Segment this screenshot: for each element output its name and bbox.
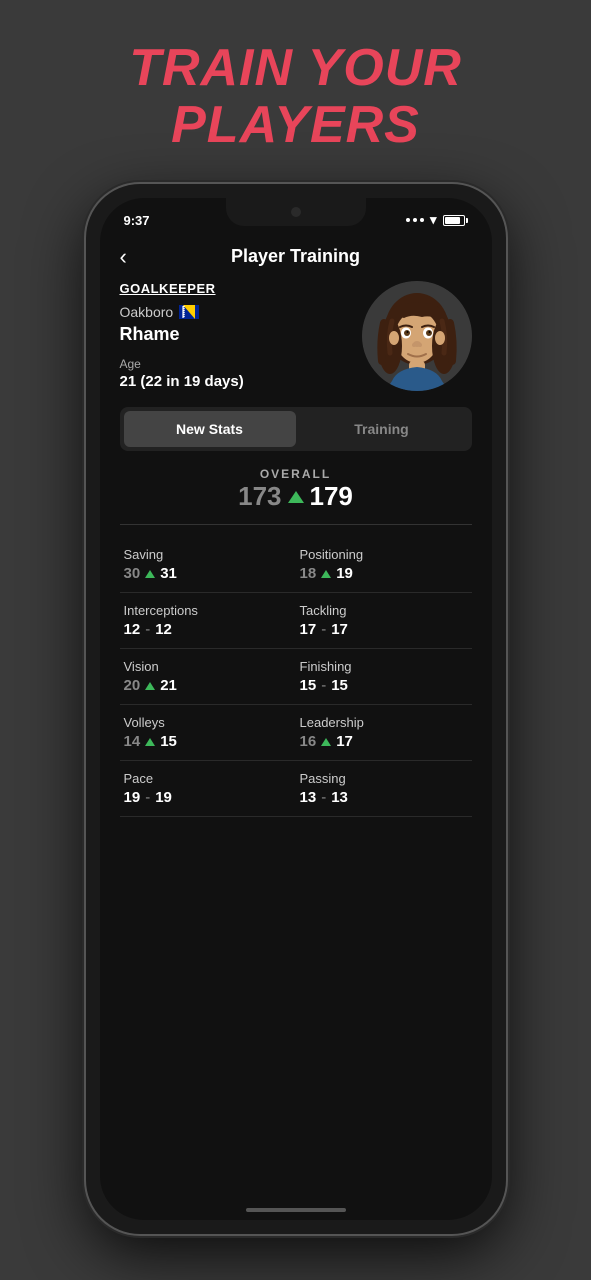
stat-cell: Leadership 16 17 <box>296 705 472 761</box>
age-value: 21 (22 in 19 days) <box>120 373 362 390</box>
stat-new: 15 <box>160 733 177 750</box>
stat-values: 12 - 12 <box>124 621 292 638</box>
stat-old: 30 <box>124 565 141 582</box>
stat-dash: - <box>321 677 326 694</box>
stat-arrow-up <box>321 738 331 746</box>
stat-cell: Tackling 17 - 17 <box>296 593 472 649</box>
stat-values: 20 21 <box>124 677 292 694</box>
main-headline: TRAIN YOUR PLAYERS <box>129 40 462 154</box>
stat-old: 19 <box>124 789 141 806</box>
stat-name: Positioning <box>300 547 468 562</box>
stat-values: 15 - 15 <box>300 677 468 694</box>
stat-arrow-up <box>145 570 155 578</box>
stat-new: 21 <box>160 677 177 694</box>
stat-name: Volleys <box>124 715 292 730</box>
stat-values: 14 15 <box>124 733 292 750</box>
stat-arrow-up <box>145 682 155 690</box>
stat-cell: Interceptions 12 - 12 <box>120 593 296 649</box>
stat-values: 17 - 17 <box>300 621 468 638</box>
stat-old: 18 <box>300 565 317 582</box>
stat-values: 19 - 19 <box>124 789 292 806</box>
stat-name: Finishing <box>300 659 468 674</box>
phone-shell: 9:37 ▾ <box>86 184 506 1234</box>
stat-values: 30 31 <box>124 565 292 582</box>
stat-cell: Vision 20 21 <box>120 649 296 705</box>
stat-cell: Finishing 15 - 15 <box>296 649 472 705</box>
overall-label: OVERALL <box>120 467 472 481</box>
overall-values: 173 179 <box>120 481 472 512</box>
club-name: Oakboro <box>120 304 174 320</box>
stat-cell: Passing 13 - 13 <box>296 761 472 817</box>
country-flag <box>179 305 199 319</box>
stat-new: 15 <box>331 677 348 694</box>
stat-dash: - <box>145 621 150 638</box>
stat-old: 20 <box>124 677 141 694</box>
stat-old: 17 <box>300 621 317 638</box>
page-title: Player Training <box>231 246 360 267</box>
player-position: GOALKEEPER <box>120 281 362 296</box>
notch <box>226 198 366 226</box>
stat-cell: Pace 19 - 19 <box>120 761 296 817</box>
stat-old: 15 <box>300 677 317 694</box>
stat-name: Pace <box>124 771 292 786</box>
stat-new: 12 <box>155 621 172 638</box>
stat-new: 17 <box>331 621 348 638</box>
phone-mockup: 9:37 ▾ <box>86 184 506 1234</box>
overall-new: 179 <box>310 481 353 512</box>
divider <box>120 524 472 525</box>
stat-cell: Saving 30 31 <box>120 537 296 593</box>
player-avatar <box>362 281 472 391</box>
tab-new-stats[interactable]: New Stats <box>124 411 296 447</box>
app-content: ‹ Player Training GOALKEEPER Oakboro <box>100 236 492 817</box>
camera-dot <box>291 207 301 217</box>
home-indicator <box>246 1208 346 1212</box>
stat-old: 14 <box>124 733 141 750</box>
overall-section: OVERALL 173 179 <box>120 467 472 512</box>
status-time: 9:37 <box>124 213 150 228</box>
back-button[interactable]: ‹ <box>120 244 127 270</box>
tab-training[interactable]: Training <box>296 411 468 447</box>
player-info: GOALKEEPER Oakboro <box>120 281 362 390</box>
stat-new: 17 <box>336 733 353 750</box>
stat-cell: Positioning 18 19 <box>296 537 472 593</box>
stat-arrow-up <box>321 570 331 578</box>
stat-old: 16 <box>300 733 317 750</box>
stat-cell: Volleys 14 15 <box>120 705 296 761</box>
stat-values: 18 19 <box>300 565 468 582</box>
wifi-icon: ▾ <box>430 212 437 228</box>
stat-name: Passing <box>300 771 468 786</box>
phone-screen: 9:37 ▾ <box>100 198 492 1220</box>
stat-name: Saving <box>124 547 292 562</box>
page-header: ‹ Player Training <box>120 236 472 281</box>
player-name: Rhame <box>120 324 362 345</box>
age-label: Age <box>120 357 362 371</box>
player-club-row: Oakboro <box>120 304 362 320</box>
avatar-svg <box>362 281 472 391</box>
stat-old: 13 <box>300 789 317 806</box>
tab-bar: New Stats Training <box>120 407 472 451</box>
signal-dots <box>406 218 424 222</box>
stat-dash: - <box>145 789 150 806</box>
player-section: GOALKEEPER Oakboro <box>120 281 472 391</box>
stat-new: 31 <box>160 565 177 582</box>
stat-dash: - <box>321 789 326 806</box>
stat-name: Vision <box>124 659 292 674</box>
battery-icon <box>443 215 468 226</box>
stat-arrow-up <box>145 738 155 746</box>
stat-new: 19 <box>155 789 172 806</box>
overall-old: 173 <box>238 481 281 512</box>
stat-old: 12 <box>124 621 141 638</box>
stat-new: 19 <box>336 565 353 582</box>
stat-dash: - <box>321 621 326 638</box>
stat-name: Leadership <box>300 715 468 730</box>
status-icons: ▾ <box>406 212 468 228</box>
stat-name: Interceptions <box>124 603 292 618</box>
overall-arrow-up <box>288 491 304 503</box>
stat-values: 16 17 <box>300 733 468 750</box>
stats-grid: Saving30 31Positioning18 19Interceptions… <box>120 537 472 817</box>
stat-new: 13 <box>331 789 348 806</box>
stat-values: 13 - 13 <box>300 789 468 806</box>
stat-name: Tackling <box>300 603 468 618</box>
